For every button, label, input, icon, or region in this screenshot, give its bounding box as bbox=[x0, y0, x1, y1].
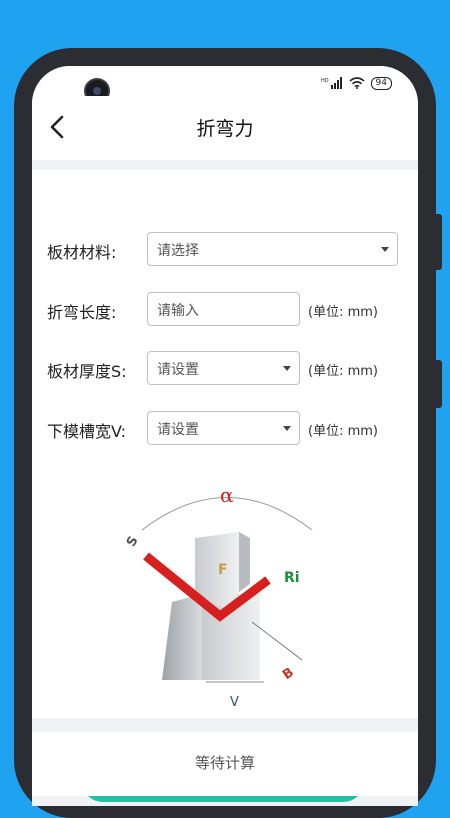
chevron-down-icon bbox=[283, 426, 291, 431]
b-label: B bbox=[280, 665, 297, 683]
battery-icon: 94 bbox=[370, 76, 392, 90]
material-label: 板材材料: bbox=[47, 243, 117, 262]
alpha-label: α bbox=[220, 483, 234, 507]
bend-length-unit: (单位: mm) bbox=[308, 305, 378, 320]
status-bar: HD 94 bbox=[32, 66, 418, 104]
f-label: F bbox=[218, 562, 228, 578]
die-width-unit: (单位: mm) bbox=[308, 424, 378, 439]
v-label: V bbox=[230, 695, 239, 710]
chevron-down-icon bbox=[283, 366, 291, 371]
die-width-row: 下模槽宽V: 请设置 (单位: mm) bbox=[32, 411, 418, 447]
app-header: 折弯力 bbox=[32, 96, 418, 160]
thickness-select[interactable]: 请设置 bbox=[147, 351, 300, 385]
s-label: S bbox=[124, 534, 142, 550]
signal-icon: HD bbox=[321, 77, 342, 89]
thickness-label: 板材厚度S: bbox=[47, 362, 127, 381]
lower-die bbox=[162, 594, 202, 680]
status-icons: HD 94 bbox=[321, 76, 392, 90]
die-width-placeholder: 请设置 bbox=[157, 422, 199, 438]
punch-side bbox=[239, 532, 250, 592]
thickness-placeholder: 请设置 bbox=[157, 362, 199, 378]
bend-length-row: 折弯长度: 请输入 (单位: mm) bbox=[32, 292, 418, 328]
die-width-label: 下模槽宽V: bbox=[47, 422, 127, 441]
bend-length-placeholder: 请输入 bbox=[157, 303, 199, 319]
chevron-down-icon bbox=[381, 247, 389, 252]
material-placeholder: 请选择 bbox=[157, 243, 199, 259]
result-panel: 等待计算 bbox=[32, 732, 418, 796]
thickness-row: 板材厚度S: 请设置 (单位: mm) bbox=[32, 351, 418, 387]
network-label: HD bbox=[321, 78, 329, 84]
bending-diagram: α S F Ri B V bbox=[124, 483, 313, 710]
bend-length-input[interactable]: 请输入 bbox=[147, 292, 300, 326]
material-select[interactable]: 请选择 bbox=[147, 232, 398, 266]
page-title: 折弯力 bbox=[196, 118, 254, 140]
bend-length-label: 折弯长度: bbox=[47, 303, 117, 322]
app-screen: HD 94 折弯力 板材材料: 请选择 折弯长度: 请输入 (单位: mm) 板… bbox=[32, 66, 418, 806]
power-button bbox=[436, 214, 442, 270]
wifi-icon bbox=[349, 77, 365, 89]
ri-label: Ri bbox=[284, 570, 300, 586]
material-row: 板材材料: 请选择 bbox=[32, 232, 418, 268]
die-width-select[interactable]: 请设置 bbox=[147, 411, 300, 445]
thickness-unit: (单位: mm) bbox=[308, 364, 378, 379]
volume-button bbox=[436, 360, 442, 408]
input-form: 板材材料: 请选择 折弯长度: 请输入 (单位: mm) 板材厚度S: 请设置 … bbox=[32, 170, 418, 802]
result-text: 等待计算 bbox=[194, 754, 255, 772]
